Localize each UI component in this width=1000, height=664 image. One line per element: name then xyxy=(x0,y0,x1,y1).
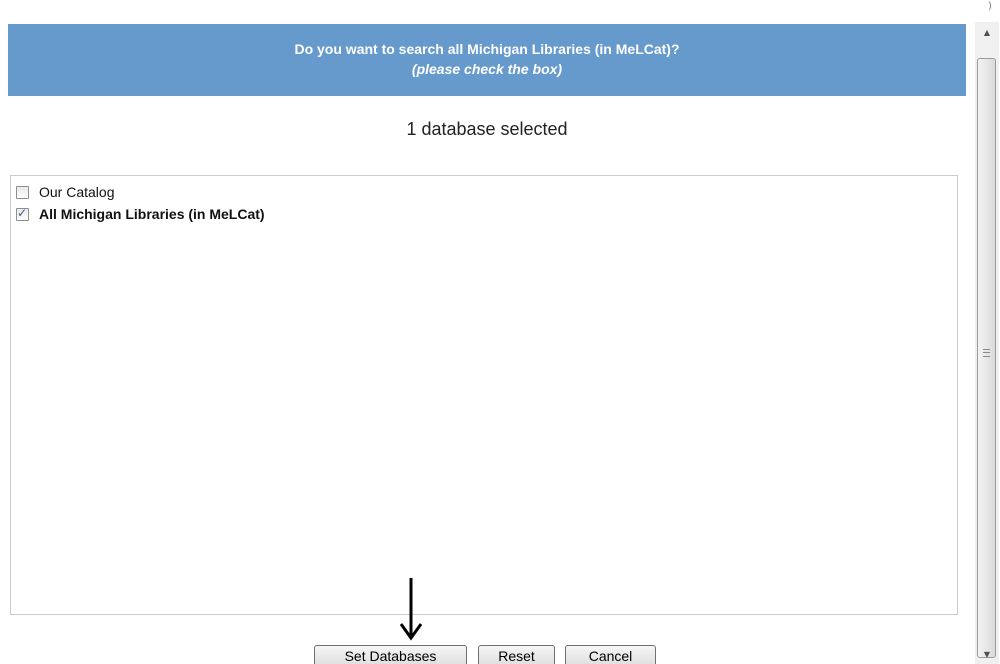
scrollbar-thumb[interactable] xyxy=(977,58,996,658)
database-item-label: Our Catalog xyxy=(39,184,115,200)
michigan-libraries-checkbox[interactable]: ✓ xyxy=(16,205,29,221)
selection-count: 1 database selected xyxy=(406,119,568,139)
database-item-michigan-libraries[interactable]: ✓ All Michigan Libraries (in MeLCat) xyxy=(16,205,265,223)
header-title: Do you want to search all Michigan Libra… xyxy=(294,41,680,57)
database-list: Our Catalog ✓ All Michigan Libraries (in… xyxy=(10,175,958,615)
vertical-scrollbar[interactable]: ▲ ▼ xyxy=(975,22,999,664)
reset-button[interactable]: Reset xyxy=(478,645,555,664)
set-databases-button[interactable]: Set Databases xyxy=(314,645,467,664)
header-banner: Do you want to search all Michigan Libra… xyxy=(8,24,966,96)
database-item-our-catalog[interactable]: Our Catalog xyxy=(16,183,114,201)
checkmark-icon: ✓ xyxy=(17,205,28,220)
database-item-label: All Michigan Libraries (in MeLCat) xyxy=(39,206,265,222)
window-corner-mark: ) xyxy=(988,1,992,12)
scrollbar-grip-icon xyxy=(983,349,990,357)
database-selection-page: Do you want to search all Michigan Libra… xyxy=(0,0,1000,664)
button-row: Set Databases Reset Cancel xyxy=(0,645,970,664)
scroll-up-arrow-icon[interactable]: ▲ xyxy=(975,22,999,42)
cancel-button[interactable]: Cancel xyxy=(565,645,656,664)
our-catalog-checkbox[interactable] xyxy=(16,185,29,199)
down-arrow-icon xyxy=(399,578,423,641)
header-subtitle: (please check the box) xyxy=(411,61,563,77)
scroll-down-arrow-icon[interactable]: ▼ xyxy=(975,644,999,664)
